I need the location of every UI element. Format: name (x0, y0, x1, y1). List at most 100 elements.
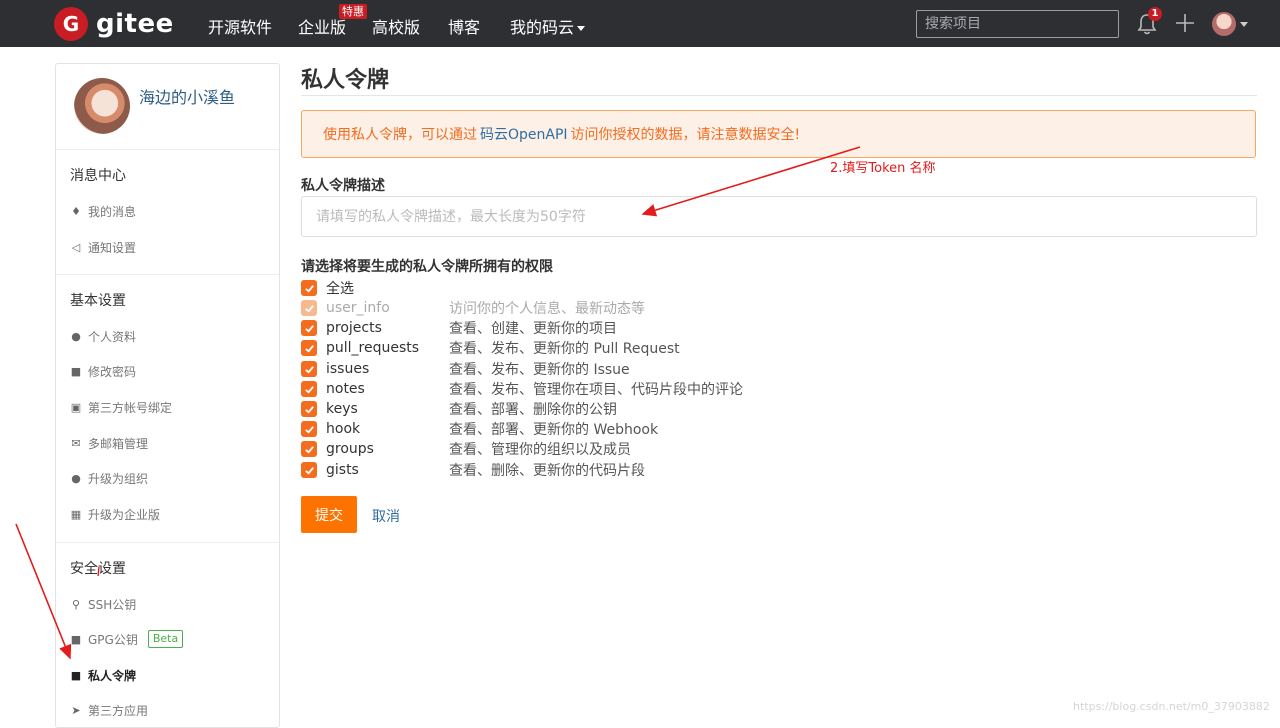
nav-education[interactable]: 高校版 (372, 14, 420, 38)
sidebar-item-label: 通知设置 (88, 241, 137, 255)
sidebar-item-label: 个人资料 (88, 330, 137, 344)
nav-my-gitee-label: 我的码云 (510, 18, 575, 37)
permission-name: user_info (326, 300, 390, 316)
permission-row-hook[interactable]: hook 查看、部署、更新你的 Webhook (301, 419, 658, 439)
key-icon: ⚲ (71, 598, 81, 611)
permission-row-notes[interactable]: notes 查看、发布、管理你在项目、代码片段中的评论 (301, 379, 743, 399)
lock-icon: ■ (70, 632, 82, 646)
sidebar-item-upgrade-organization[interactable]: ● 升级为组织 (70, 470, 148, 487)
building-icon: ▦ (70, 508, 82, 521)
permission-row-keys[interactable]: keys 查看、部署、删除你的公钥 (301, 399, 617, 419)
beta-badge: Beta (147, 630, 184, 648)
permission-description: 查看、创建、更新你的项目 (449, 321, 617, 337)
username-link[interactable]: 海边的小溪鱼 (139, 84, 235, 108)
permission-name: keys (326, 401, 358, 417)
checkbox-checked-icon (301, 320, 317, 336)
token-description-input[interactable] (301, 196, 1257, 237)
security-alert: 使用私人令牌，可以通过 码云OpenAPI 访问你授权的数据，请注意数据安全! (301, 110, 1256, 158)
rocket-icon: ➤ (71, 704, 81, 717)
section-title-security-settings: 安全设置 (70, 561, 126, 577)
permission-name: gists (326, 462, 359, 478)
sidebar-item-label: GPG公钥 (88, 632, 138, 647)
sidebar-item-my-messages[interactable]: ♦ 我的消息 (70, 203, 136, 220)
user-icon: ● (71, 330, 81, 343)
permission-description: 查看、部署、删除你的公钥 (449, 402, 617, 418)
user-avatar[interactable] (1212, 12, 1236, 36)
permission-description: 查看、管理你的组织以及成员 (449, 442, 631, 458)
sidebar-item-ssh-keys[interactable]: ⚲ SSH公钥 (70, 596, 136, 613)
users-icon: ● (71, 472, 81, 485)
permission-row-pull-requests[interactable]: pull_requests 查看、发布、更新你的 Pull Request (301, 338, 680, 358)
gitee-logo-icon: G (54, 7, 88, 41)
sidebar-item-profile[interactable]: ● 个人资料 (70, 328, 136, 345)
sidebar-item-label: 修改密码 (88, 365, 137, 379)
permission-row-user-info: user_info 访问你的个人信息、最新动态等 (301, 298, 645, 318)
annotation-text: 2.填写Token 名称 (830, 161, 936, 176)
permission-row-projects[interactable]: projects 查看、创建、更新你的项目 (301, 318, 617, 338)
chevron-down-icon (577, 26, 586, 31)
top-navbar: G gitee 开源软件 企业版 特惠 高校版 博客 我的码云 1 (0, 0, 1280, 47)
permission-row-groups[interactable]: groups 查看、管理你的组织以及成员 (301, 439, 631, 459)
promo-badge: 特惠 (339, 4, 367, 19)
sidebar-item-third-party-binding[interactable]: ▣ 第三方帐号绑定 (70, 399, 172, 416)
permission-description: 访问你的个人信息、最新动态等 (449, 301, 645, 317)
nav-my-gitee[interactable]: 我的码云 (510, 14, 586, 38)
checkbox-checked-icon (301, 280, 317, 296)
checkbox-checked-icon (301, 401, 317, 417)
sidebar-item-label: 升级为组织 (88, 472, 149, 486)
sidebar-item-label: 第三方帐号绑定 (88, 401, 173, 415)
settings-sidebar: 海边的小溪鱼 消息中心 ♦ 我的消息 ◁ 通知设置 基本设置 ● 个人资料 ■ 修改密码… (55, 63, 280, 728)
permission-description: 查看、部署、更新你的 Webhook (449, 422, 659, 438)
sidebar-item-upgrade-enterprise[interactable]: ▦ 升级为企业版 (70, 506, 160, 523)
sidebar-item-third-party-apps[interactable]: ➤ 第三方应用 (70, 702, 148, 719)
permission-name: notes (326, 381, 365, 397)
permission-description: 查看、删除、更新你的代码片段 (449, 463, 645, 479)
chevron-down-icon[interactable] (1240, 22, 1248, 27)
checkbox-checked-icon (301, 340, 317, 356)
sidebar-item-gpg-keys[interactable]: ■ GPG公钥 Beta (70, 630, 184, 648)
section-title-basic-settings: 基本设置 (70, 293, 126, 309)
nav-open-source[interactable]: 开源软件 (208, 14, 272, 38)
sidebar-item-label: 私人令牌 (88, 669, 137, 683)
envelope-icon: ✉ (71, 437, 81, 450)
search-input[interactable] (916, 10, 1119, 38)
permission-row-issues[interactable]: issues 查看、发布、更新你的 Issue (301, 359, 630, 379)
gitee-logo[interactable]: G gitee (54, 6, 174, 42)
openapi-link[interactable]: 码云OpenAPI (480, 124, 568, 144)
plus-icon[interactable] (1174, 12, 1196, 34)
select-all-checkbox[interactable]: 全选 (301, 278, 354, 298)
divider (301, 95, 1257, 96)
checkbox-checked-icon (301, 421, 317, 437)
divider (56, 274, 279, 275)
checkbox-checked-icon (301, 381, 317, 397)
sidebar-item-label: 多邮箱管理 (88, 437, 149, 451)
id-card-icon: ▣ (70, 401, 82, 414)
permission-description: 查看、发布、更新你的 Pull Request (449, 341, 680, 357)
profile-card: 海边的小溪鱼 (56, 64, 279, 150)
cancel-link[interactable]: 取消 (372, 506, 400, 526)
volume-icon: ◁ (71, 241, 81, 254)
permission-name: projects (326, 320, 382, 336)
divider (56, 542, 279, 543)
bell-icon: ♦ (71, 205, 81, 218)
checkbox-checked-icon (301, 361, 317, 377)
checkbox-checked-icon (301, 441, 317, 457)
permission-name: hook (326, 421, 361, 437)
sidebar-item-label: 升级为企业版 (88, 508, 161, 522)
sidebar-item-private-tokens[interactable]: ■ 私人令牌 (70, 667, 136, 684)
sidebar-item-label: 第三方应用 (88, 704, 149, 718)
alert-text-suffix: 访问你授权的数据，请注意数据安全! (570, 127, 801, 143)
select-all-label: 全选 (326, 281, 354, 297)
sidebar-item-email-management[interactable]: ✉ 多邮箱管理 (70, 435, 148, 452)
permission-row-gists[interactable]: gists 查看、删除、更新你的代码片段 (301, 460, 645, 480)
permission-name: issues (326, 361, 370, 377)
submit-button[interactable]: 提交 (301, 496, 357, 533)
watermark: https://blog.csdn.net/m0_37903882 (1073, 700, 1270, 713)
sidebar-item-notification-settings[interactable]: ◁ 通知设置 (70, 239, 136, 256)
page-title: 私人令牌 (301, 68, 390, 93)
checkbox-checked-icon (301, 462, 317, 478)
sidebar-item-change-password[interactable]: ■ 修改密码 (70, 363, 136, 380)
nav-blog[interactable]: 博客 (448, 14, 480, 38)
avatar[interactable] (74, 78, 130, 134)
permission-description: 查看、发布、更新你的 Issue (449, 362, 630, 378)
